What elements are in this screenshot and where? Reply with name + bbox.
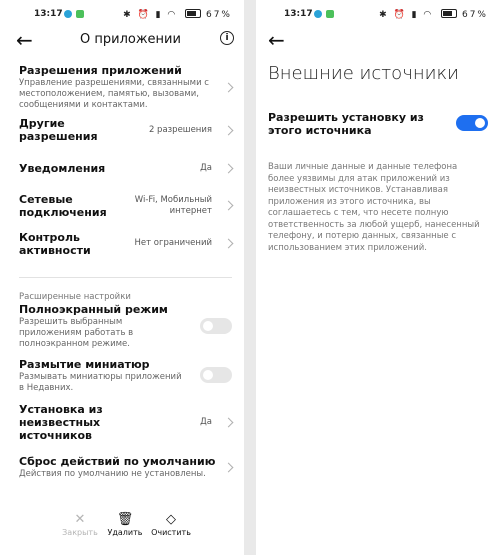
warning-text: Ваши личные данные и данные телефона бол… — [268, 162, 480, 253]
clear-button[interactable]: ◇ Очистить — [146, 512, 196, 537]
row-value: 2 разрешения — [148, 125, 212, 135]
clear-label: Очистить — [151, 528, 191, 537]
status-icons: ✱ ⏰ ▮ ◠ 67% — [123, 9, 232, 20]
chevron-right-icon — [223, 200, 234, 211]
row-label: Другие разрешения — [19, 117, 98, 143]
external-sources-screen: 13:17 ✱ ⏰ ▮ ◠ 67% ← Внешние источники Ра… — [256, 0, 500, 555]
row-app-permissions[interactable]: Разрешения приложений Управление разреше… — [19, 64, 234, 111]
delete-button[interactable]: 🗑 Удалить — [100, 512, 150, 537]
chevron-right-icon — [223, 82, 234, 93]
section-title: Расширенные настройки — [19, 292, 131, 302]
page-title: О приложении — [80, 32, 181, 47]
chevron-right-icon — [223, 238, 234, 249]
row-label: Сетевые подключения — [19, 193, 107, 219]
row-notifications[interactable]: Уведомления Да — [19, 162, 234, 175]
status-time: 13:17 — [284, 9, 313, 19]
row-unknown-sources[interactable]: Установка из неизвестных источников Да — [19, 403, 234, 442]
row-value: Да — [200, 163, 212, 173]
row-other-permissions[interactable]: Другие разрешения 2 разрешения — [19, 117, 234, 143]
row-label: Сброс действий по умолчанию — [19, 455, 216, 468]
row-reset-defaults[interactable]: Сброс действий по умолчанию Действия по … — [19, 455, 234, 480]
battery-level: 67% — [461, 10, 488, 20]
divider — [19, 277, 232, 278]
back-arrow-icon[interactable]: ← — [268, 30, 285, 50]
row-desc: Разрешить выбранным приложениям работать… — [19, 317, 134, 349]
row-value: Нет ограничений — [134, 238, 212, 248]
telegram-icon — [314, 10, 322, 18]
allow-install-label: Разрешить установку из этого источника — [268, 111, 424, 137]
fullscreen-toggle[interactable] — [200, 318, 232, 334]
battery-icon — [441, 9, 458, 18]
row-desc: Размывать миниатюры приложений в Недавни… — [19, 372, 182, 393]
telegram-icon — [64, 10, 72, 18]
chevron-right-icon — [223, 417, 234, 428]
row-label: Размытие миниатюр — [19, 358, 150, 371]
blur-toggle[interactable] — [200, 367, 232, 383]
status-time: 13:17 — [34, 9, 63, 19]
row-value: Да — [200, 417, 212, 427]
eraser-icon: ◇ — [166, 512, 176, 527]
row-desc: Управление разрешениями, связанными с ме… — [19, 78, 209, 110]
row-network[interactable]: Сетевые подключения Wi-Fi, Мобильный инт… — [19, 193, 234, 219]
delete-label: Удалить — [107, 528, 143, 537]
info-icon[interactable]: i — [220, 31, 234, 45]
page-title: Внешние источники — [268, 63, 459, 84]
row-label: Контроль активности — [19, 231, 91, 257]
app-notification-icon — [76, 10, 84, 18]
trash-icon: 🗑 — [116, 512, 134, 527]
battery-icon — [185, 9, 202, 18]
row-label: Установка из неизвестных источников — [19, 403, 103, 442]
row-label: Разрешения приложений — [19, 64, 182, 77]
status-bar: 13:17 ✱ ⏰ ▮ ◠ 67% — [0, 0, 244, 28]
row-activity-control[interactable]: Контроль активности Нет ограничений — [19, 231, 234, 257]
allow-install-toggle[interactable] — [456, 115, 488, 131]
close-button[interactable]: ✕ Закрыть — [55, 512, 105, 537]
battery-level: 67% — [205, 10, 232, 20]
close-icon: ✕ — [74, 512, 86, 527]
status-bar: 13:17 ✱ ⏰ ▮ ◠ 67% — [256, 0, 500, 28]
row-desc: Действия по умолчанию не установлены. — [19, 469, 206, 479]
close-label: Закрыть — [62, 528, 98, 537]
status-icons: ✱ ⏰ ▮ ◠ 67% — [379, 9, 488, 20]
app-info-screen: 13:17 ✱ ⏰ ▮ ◠ 67% ← О приложении i Разре… — [0, 0, 244, 555]
row-label: Полноэкранный режим — [19, 303, 168, 316]
chevron-right-icon — [223, 125, 234, 136]
bottom-action-bar: ✕ Закрыть 🗑 Удалить ◇ Очистить — [0, 512, 244, 552]
back-arrow-icon[interactable]: ← — [16, 30, 33, 50]
app-notification-icon — [326, 10, 334, 18]
row-value: Wi-Fi, Мобильный интернет — [134, 195, 212, 216]
